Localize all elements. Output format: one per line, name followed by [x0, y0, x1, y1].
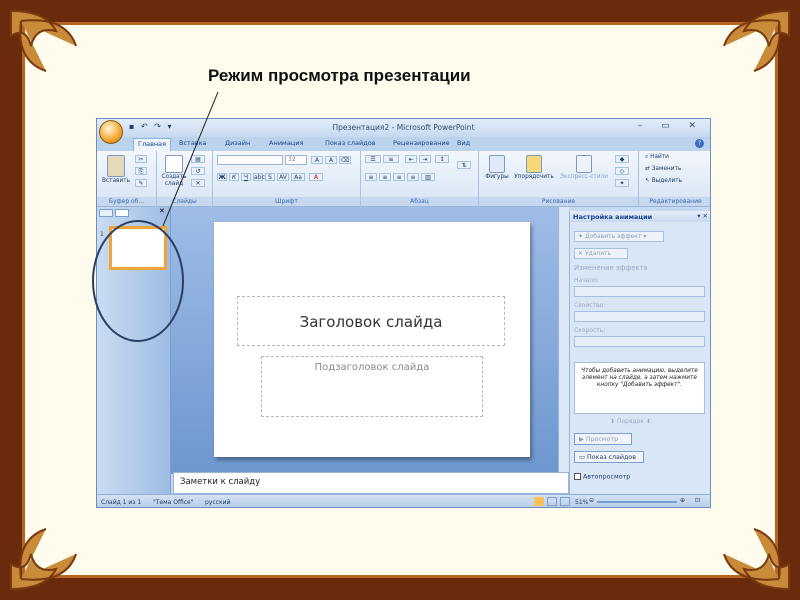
office-button[interactable]	[99, 120, 123, 144]
annotation-overlay	[92, 91, 219, 342]
pointer-line	[162, 91, 219, 227]
highlight-ellipse	[92, 220, 184, 342]
